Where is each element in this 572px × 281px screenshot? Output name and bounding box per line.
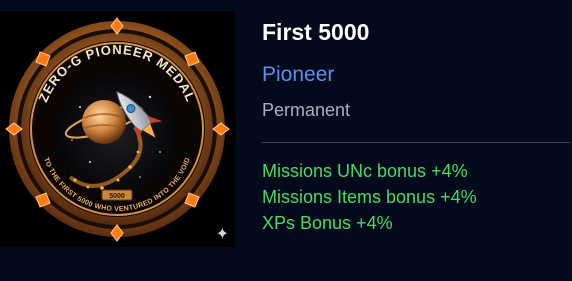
achievement-rank: Pioneer	[262, 63, 335, 86]
achievement-info: First 5000 Pioneer Permanent Missions UN…	[262, 0, 572, 281]
medal-graphic: ZERO-G PIONEER MEDAL TO THE FIRST 5000 W…	[5, 17, 230, 242]
achievement-duration: Permanent	[262, 100, 351, 120]
medal-image: ZERO-G PIONEER MEDAL TO THE FIRST 5000 W…	[0, 12, 235, 247]
medal-plaque-text: 5000	[109, 193, 125, 200]
bonus-item-missions-items: Missions Items bonus +4%	[262, 187, 477, 207]
sparkle-icon: ✦	[215, 226, 229, 243]
planet	[82, 100, 126, 144]
achievement-card: ZERO-G PIONEER MEDAL TO THE FIRST 5000 W…	[0, 0, 572, 281]
achievement-title: First 5000	[262, 19, 370, 45]
divider	[262, 142, 570, 143]
bonus-item-missions-unc: Missions UNc bonus +4%	[262, 161, 468, 181]
bonus-item-xps: XPs Bonus +4%	[262, 213, 393, 233]
bonus-list: Missions UNc bonus +4% Missions Items bo…	[262, 158, 477, 236]
